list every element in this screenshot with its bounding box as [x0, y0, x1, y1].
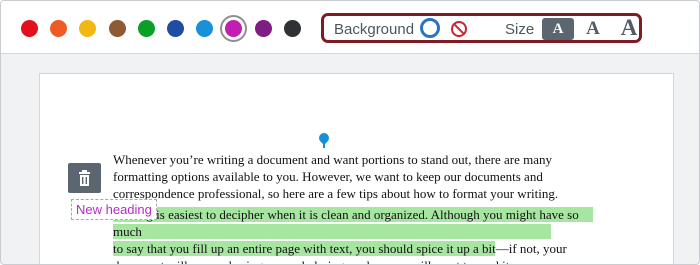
- format-toolbar: Background Size A A A: [1, 1, 699, 54]
- color-swatch-green[interactable]: [137, 20, 155, 37]
- trash-icon: [79, 170, 90, 186]
- size-large-button[interactable]: A: [615, 13, 643, 43]
- paragraph-2-line-1: Writing is easiest to decipher when it i…: [113, 207, 579, 239]
- background-label: Background: [334, 21, 415, 38]
- paragraph-1: Whenever you’re writing a document and w…: [113, 152, 559, 201]
- color-swatch-orange[interactable]: [50, 20, 68, 37]
- size-medium-button[interactable]: A: [581, 16, 605, 42]
- paragraph-2: Writing is easiest to decipher when it i…: [113, 206, 603, 264]
- size-label: Size: [505, 21, 535, 38]
- color-swatch-yellow[interactable]: [79, 20, 97, 37]
- paragraph-2-line-3: document will appear boring, overwhelmin…: [113, 257, 603, 264]
- delete-heading-button[interactable]: [68, 163, 101, 193]
- color-swatch-dark-blue[interactable]: [167, 20, 184, 37]
- background-ring-button[interactable]: [420, 18, 440, 38]
- color-swatch-purple[interactable]: [254, 20, 272, 37]
- new-heading-button[interactable]: New heading: [71, 199, 157, 220]
- editor-frame: Background Size A A A Whenever you’re wr…: [0, 0, 700, 265]
- color-swatch-dark-gray[interactable]: [283, 20, 301, 37]
- size-small-button[interactable]: A: [542, 18, 574, 40]
- cursor-pin-stem: [323, 142, 325, 148]
- no-background-icon[interactable]: [450, 20, 468, 38]
- color-swatch-brown[interactable]: [108, 20, 126, 37]
- color-swatch-magenta[interactable]: [222, 17, 246, 40]
- color-swatch-light-blue[interactable]: [196, 20, 214, 37]
- paragraph-2-line-2: to say that you fill up an entire page w…: [113, 241, 567, 256]
- color-swatch-red[interactable]: [21, 20, 38, 37]
